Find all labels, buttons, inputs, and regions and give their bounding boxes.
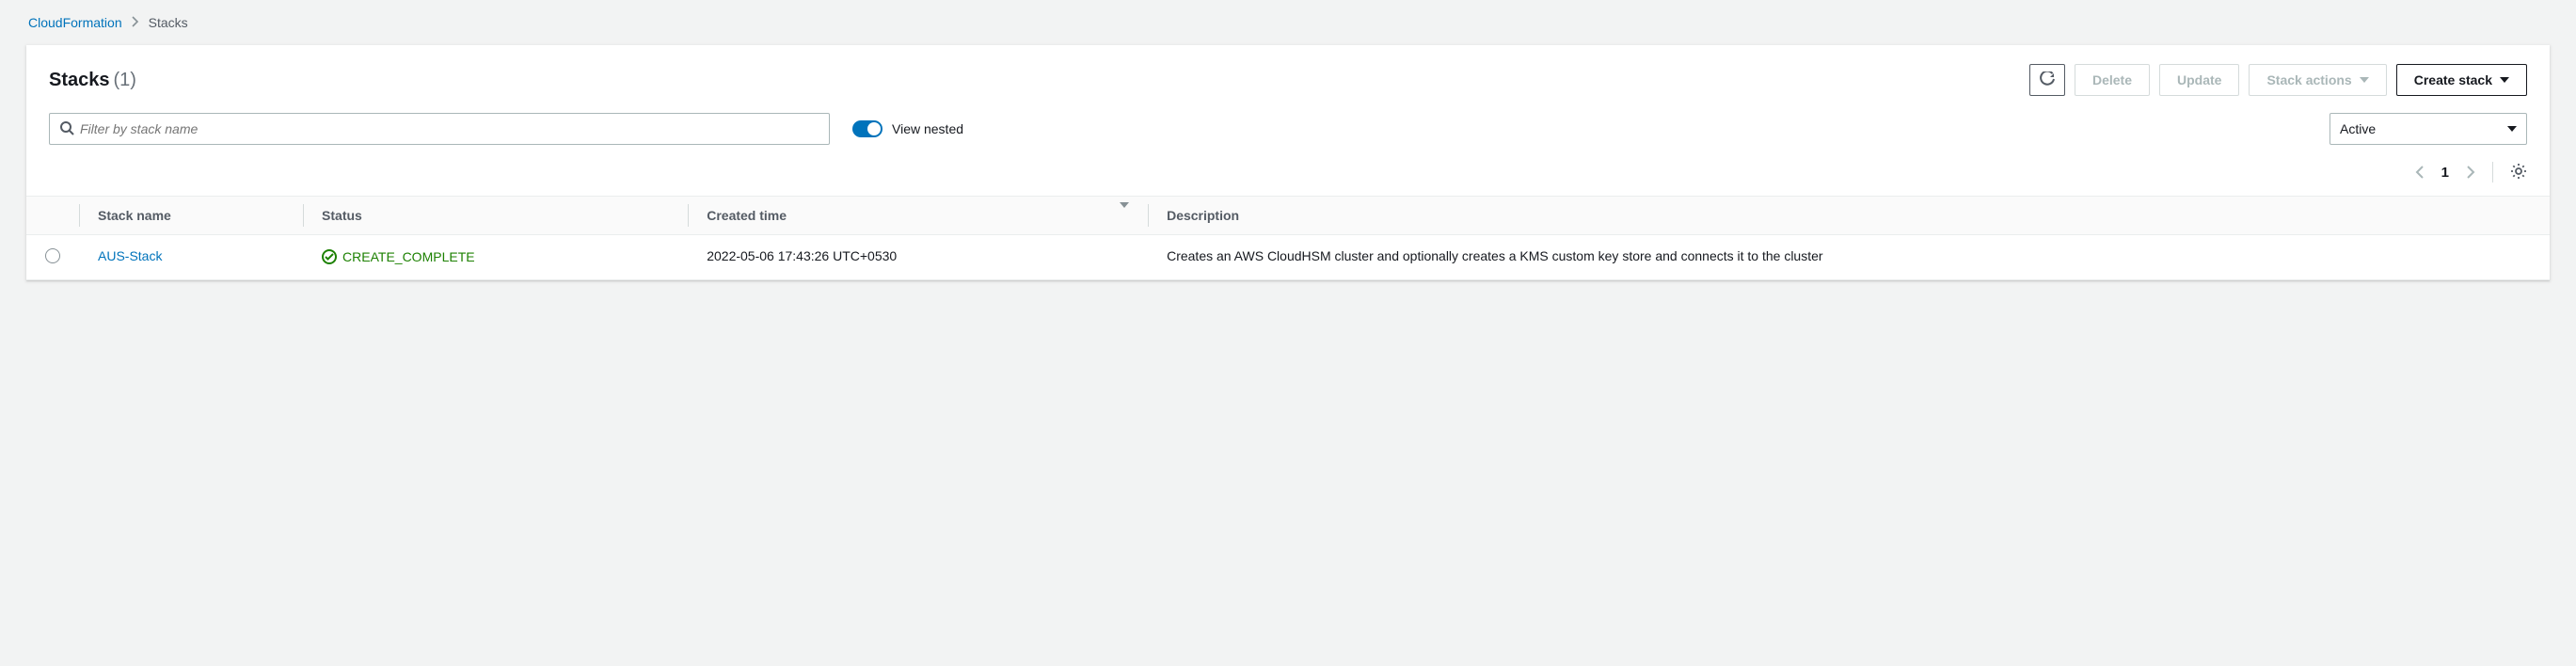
settings-button[interactable] bbox=[2510, 163, 2527, 182]
stacks-panel: Stacks (1) Delete Update Stack actions bbox=[26, 45, 2550, 280]
breadcrumb: CloudFormation Stacks bbox=[0, 9, 2576, 45]
next-page-button[interactable] bbox=[2466, 165, 2475, 180]
status-text: CREATE_COMPLETE bbox=[342, 249, 475, 264]
view-nested-label: View nested bbox=[892, 121, 963, 136]
page-title: Stacks (1) bbox=[49, 70, 136, 91]
update-button[interactable]: Update bbox=[2159, 64, 2239, 96]
status-filter-select[interactable]: Active bbox=[2330, 113, 2527, 145]
stacks-table: Stack name Status Created time Descripti… bbox=[26, 196, 2550, 280]
chevron-right-icon bbox=[132, 15, 139, 30]
action-button-group: Delete Update Stack actions Create stack bbox=[2029, 64, 2527, 96]
current-page: 1 bbox=[2441, 165, 2449, 181]
create-stack-button[interactable]: Create stack bbox=[2396, 64, 2527, 96]
gear-icon bbox=[2510, 163, 2527, 182]
status-column-header[interactable]: Status bbox=[303, 197, 688, 235]
create-stack-label: Create stack bbox=[2414, 72, 2492, 87]
stack-actions-button[interactable]: Stack actions bbox=[2249, 64, 2386, 96]
caret-down-icon bbox=[2500, 77, 2509, 83]
pagination: 1 bbox=[2415, 165, 2475, 181]
sort-descending-icon bbox=[1120, 208, 1129, 223]
description-cell: Creates an AWS CloudHSM cluster and opti… bbox=[1148, 235, 2550, 280]
search-icon bbox=[59, 120, 74, 138]
delete-button[interactable]: Delete bbox=[2075, 64, 2150, 96]
breadcrumb-link-cloudformation[interactable]: CloudFormation bbox=[28, 15, 122, 30]
refresh-button[interactable] bbox=[2029, 64, 2065, 96]
success-icon bbox=[322, 249, 337, 264]
stack-name-link[interactable]: AUS-Stack bbox=[98, 248, 162, 263]
refresh-icon bbox=[2040, 71, 2055, 89]
stack-count: (1) bbox=[114, 70, 136, 91]
row-select-radio[interactable] bbox=[45, 248, 60, 263]
stack-name-column-header[interactable]: Stack name bbox=[79, 197, 303, 235]
search-box[interactable] bbox=[49, 113, 830, 145]
table-row: AUS-Stack CREATE_COMPLETE 2022-05-06 17:… bbox=[26, 235, 2550, 280]
caret-down-icon bbox=[2507, 126, 2517, 132]
select-column-header bbox=[26, 197, 79, 235]
created-time-column-header[interactable]: Created time bbox=[688, 197, 1148, 235]
search-input[interactable] bbox=[74, 116, 819, 142]
status-badge: CREATE_COMPLETE bbox=[322, 249, 475, 264]
breadcrumb-current: Stacks bbox=[149, 15, 188, 30]
divider bbox=[2492, 162, 2493, 182]
description-column-header[interactable]: Description bbox=[1148, 197, 2550, 235]
created-time-header-label: Created time bbox=[707, 208, 787, 223]
prev-page-button[interactable] bbox=[2415, 165, 2425, 180]
stack-actions-label: Stack actions bbox=[2266, 72, 2351, 87]
caret-down-icon bbox=[2360, 77, 2369, 83]
status-filter-value: Active bbox=[2340, 121, 2376, 136]
page-title-text: Stacks bbox=[49, 70, 110, 91]
view-nested-toggle[interactable] bbox=[852, 120, 883, 137]
created-time-cell: 2022-05-06 17:43:26 UTC+0530 bbox=[688, 235, 1148, 280]
